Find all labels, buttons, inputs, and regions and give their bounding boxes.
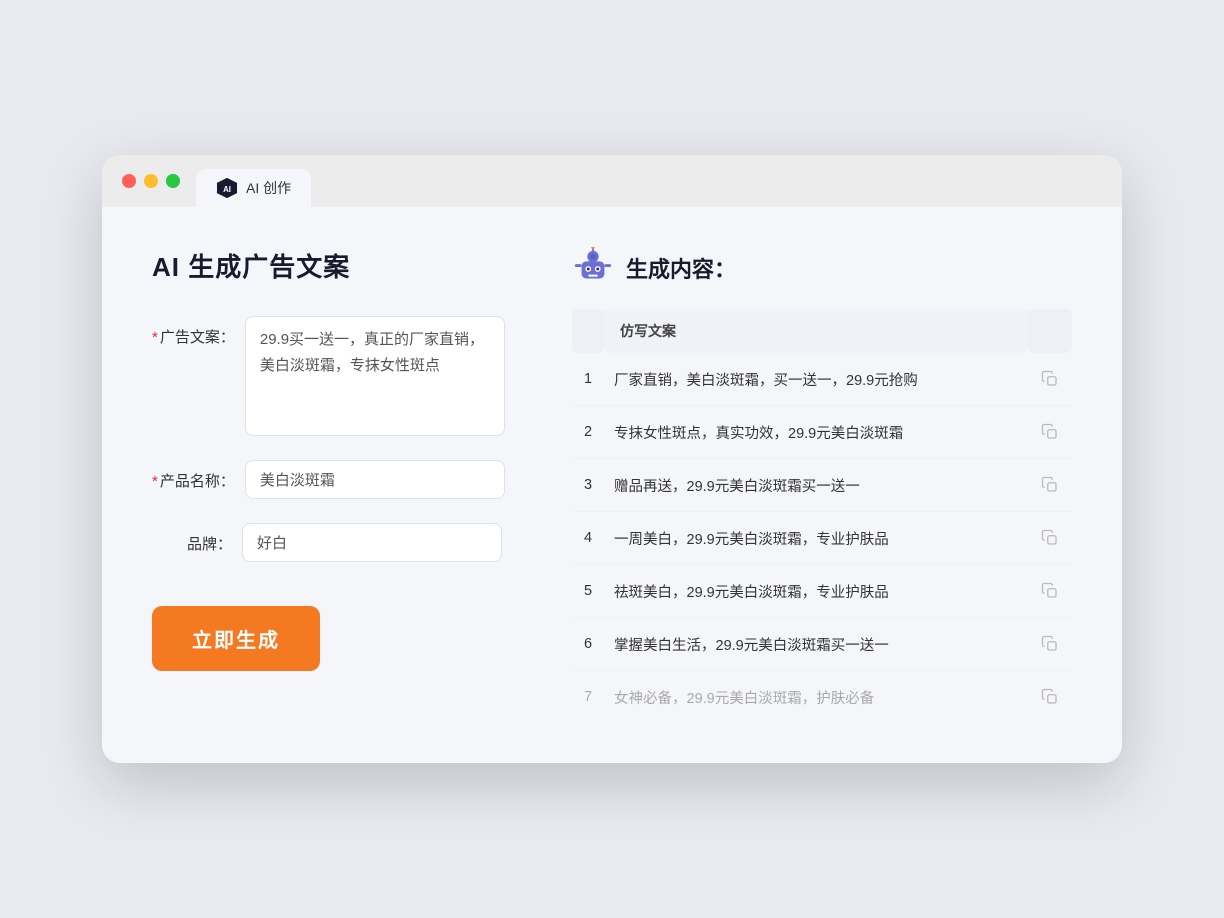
row-number: 6 bbox=[572, 618, 604, 671]
ad-copy-label: *广告文案： bbox=[152, 316, 235, 347]
brand-input[interactable] bbox=[242, 523, 502, 562]
row-text: 掌握美白生活，29.9元美白淡斑霜买一送一 bbox=[604, 618, 1028, 671]
svg-text:AI: AI bbox=[223, 185, 231, 194]
row-text: 祛斑美白，29.9元美白淡斑霜，专业护肤品 bbox=[604, 565, 1028, 618]
copy-button[interactable] bbox=[1028, 512, 1072, 565]
row-number: 5 bbox=[572, 565, 604, 618]
right-panel: 生成内容： 仿写文案 1厂家直销，美白淡斑霜，买一送一，29.9元抢购2专抹女性… bbox=[572, 247, 1072, 723]
row-text: 赠品再送，29.9元美白淡斑霜买一送一 bbox=[604, 459, 1028, 512]
browser-titlebar: AI AI 创作 bbox=[102, 155, 1122, 207]
copy-button[interactable] bbox=[1028, 618, 1072, 671]
browser-tab[interactable]: AI AI 创作 bbox=[196, 169, 311, 207]
result-title: 生成内容： bbox=[626, 252, 736, 284]
row-number: 3 bbox=[572, 459, 604, 512]
minimize-button[interactable] bbox=[144, 174, 158, 188]
product-name-input[interactable] bbox=[245, 460, 505, 499]
traffic-lights bbox=[122, 174, 180, 202]
table-header-cell: 仿写文案 bbox=[604, 309, 1028, 353]
browser-window: AI AI 创作 AI 生成广告文案 *广告文案： 29.9买一送一，真正的厂家… bbox=[102, 155, 1122, 763]
table-row: 5祛斑美白，29.9元美白淡斑霜，专业护肤品 bbox=[572, 565, 1072, 618]
table-row: 6掌握美白生活，29.9元美白淡斑霜买一送一 bbox=[572, 618, 1072, 671]
main-layout: AI 生成广告文案 *广告文案： 29.9买一送一，真正的厂家直销，美白淡斑霜，… bbox=[152, 247, 1072, 723]
robot-icon bbox=[572, 247, 614, 289]
result-header: 生成内容： bbox=[572, 247, 1072, 289]
row-number: 2 bbox=[572, 406, 604, 459]
copy-button[interactable] bbox=[1028, 406, 1072, 459]
brand-group: 品牌： bbox=[152, 523, 532, 562]
row-text: 女神必备，29.9元美白淡斑霜，护肤必备 bbox=[604, 671, 1028, 724]
left-panel: AI 生成广告文案 *广告文案： 29.9买一送一，真正的厂家直销，美白淡斑霜，… bbox=[152, 247, 532, 723]
ai-tab-icon: AI bbox=[216, 177, 238, 199]
copy-button[interactable] bbox=[1028, 459, 1072, 512]
product-name-group: *产品名称： bbox=[152, 460, 532, 499]
tab-label: AI 创作 bbox=[246, 178, 291, 198]
product-name-label: *产品名称： bbox=[152, 460, 235, 491]
maximize-button[interactable] bbox=[166, 174, 180, 188]
ad-copy-group: *广告文案： 29.9买一送一，真正的厂家直销，美白淡斑霜，专抹女性斑点 bbox=[152, 316, 532, 436]
brand-label: 品牌： bbox=[152, 523, 232, 554]
copy-button[interactable] bbox=[1028, 671, 1072, 724]
browser-content: AI 生成广告文案 *广告文案： 29.9买一送一，真正的厂家直销，美白淡斑霜，… bbox=[102, 207, 1122, 763]
table-row: 1厂家直销，美白淡斑霜，买一送一，29.9元抢购 bbox=[572, 353, 1072, 406]
copy-button[interactable] bbox=[1028, 565, 1072, 618]
table-header-row: 仿写文案 bbox=[572, 309, 1072, 353]
generate-button[interactable]: 立即生成 bbox=[152, 606, 320, 671]
row-number: 7 bbox=[572, 671, 604, 724]
page-title: AI 生成广告文案 bbox=[152, 247, 532, 284]
product-name-required: * bbox=[152, 473, 158, 490]
row-number: 4 bbox=[572, 512, 604, 565]
close-button[interactable] bbox=[122, 174, 136, 188]
row-text: 一周美白，29.9元美白淡斑霜，专业护肤品 bbox=[604, 512, 1028, 565]
table-row: 2专抹女性斑点，真实功效，29.9元美白淡斑霜 bbox=[572, 406, 1072, 459]
result-table: 仿写文案 1厂家直销，美白淡斑霜，买一送一，29.9元抢购2专抹女性斑点，真实功… bbox=[572, 309, 1072, 723]
row-number: 1 bbox=[572, 353, 604, 406]
row-text: 厂家直销，美白淡斑霜，买一送一，29.9元抢购 bbox=[604, 353, 1028, 406]
copy-button[interactable] bbox=[1028, 353, 1072, 406]
table-row: 7女神必备，29.9元美白淡斑霜，护肤必备 bbox=[572, 671, 1072, 724]
table-row: 3赠品再送，29.9元美白淡斑霜买一送一 bbox=[572, 459, 1072, 512]
table-row: 4一周美白，29.9元美白淡斑霜，专业护肤品 bbox=[572, 512, 1072, 565]
ad-copy-required: * bbox=[152, 329, 158, 346]
ad-copy-input[interactable]: 29.9买一送一，真正的厂家直销，美白淡斑霜，专抹女性斑点 bbox=[245, 316, 505, 436]
row-text: 专抹女性斑点，真实功效，29.9元美白淡斑霜 bbox=[604, 406, 1028, 459]
